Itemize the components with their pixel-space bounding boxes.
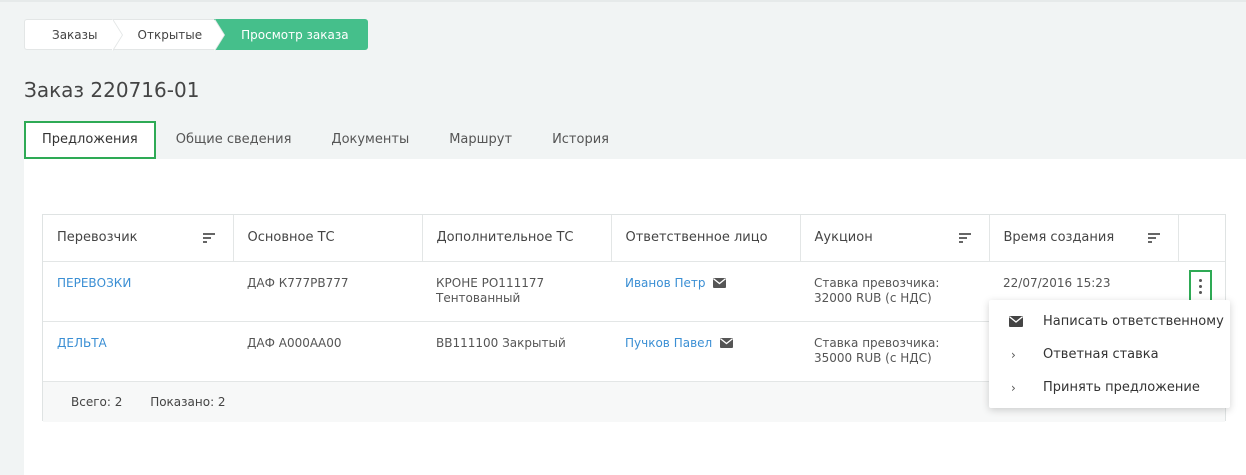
tab-documents[interactable]: Документы	[311, 121, 429, 159]
contact-link[interactable]: Пучков Павел	[625, 336, 712, 350]
column-header-carrier[interactable]: Перевозчик	[43, 215, 234, 262]
extra-vehicle-cell: КРОНЕ РО111177 Тентованный	[422, 261, 611, 322]
breadcrumb-order-view: Просмотр заказа	[214, 19, 368, 50]
column-header-main-vehicle: Основное ТС	[233, 215, 423, 262]
mail-icon[interactable]	[720, 337, 734, 348]
tab-history[interactable]: История	[532, 121, 629, 159]
auction-cell: Ставка превозчика: 35000 RUB (с НДС)	[800, 321, 989, 382]
contact-cell: Иванов Петр	[611, 261, 800, 322]
chevron-right-icon: ›	[1011, 348, 1016, 362]
column-header-contact: Ответственное лицо	[611, 215, 801, 262]
breadcrumb-orders[interactable]: Заказы	[24, 19, 122, 51]
table-header-row: Перевозчик Основное ТС Дополнительное ТС…	[43, 215, 1225, 262]
main-vehicle-cell: ДАФ А000АА00	[233, 321, 422, 382]
column-header-actions	[1178, 215, 1225, 262]
total-count: Всего: 2	[71, 394, 123, 409]
tab-bar: Предложения Общие сведения Документы Мар…	[24, 121, 629, 159]
tab-offers[interactable]: Предложения	[24, 121, 156, 159]
mail-icon	[1009, 316, 1023, 327]
auction-cell: Ставка превозчика: 32000 RUB (с НДС)	[800, 261, 989, 322]
carrier-link[interactable]: ПЕРЕВОЗКИ	[57, 276, 131, 290]
breadcrumb-open[interactable]: Открытые	[111, 19, 225, 51]
sort-icon[interactable]	[1147, 233, 1160, 243]
menu-item-write-contact[interactable]: Написать ответственному	[989, 308, 1230, 341]
row-actions-button[interactable]	[1189, 270, 1212, 302]
breadcrumb: Заказы Открытые Просмотр заказа	[24, 19, 368, 51]
carrier-link[interactable]: ДЕЛЬТА	[57, 336, 107, 350]
sort-icon[interactable]	[202, 233, 215, 243]
mail-icon[interactable]	[713, 277, 727, 288]
sort-icon[interactable]	[958, 233, 971, 243]
column-header-extra-vehicle: Дополнительное ТС	[422, 215, 612, 262]
extra-vehicle-cell: ВВ111100 Закрытый	[422, 321, 611, 382]
chevron-right-icon: ›	[1011, 381, 1016, 395]
top-border	[0, 0, 1246, 2]
menu-item-counter-bid[interactable]: › Ответная ставка	[989, 341, 1230, 374]
row-actions-menu: Написать ответственному › Ответная ставк…	[989, 300, 1230, 408]
menu-item-accept-offer[interactable]: › Принять предложение	[989, 374, 1230, 407]
column-header-created[interactable]: Время создания	[989, 215, 1179, 262]
main-vehicle-cell: ДАФ К777РВ777	[233, 261, 422, 322]
more-vertical-icon	[1199, 279, 1202, 282]
contact-cell: Пучков Павел	[611, 321, 800, 382]
column-header-auction[interactable]: Аукцион	[800, 215, 990, 262]
tab-general[interactable]: Общие сведения	[156, 121, 312, 159]
page-title: Заказ 220716-01	[24, 78, 200, 102]
shown-count: Показано: 2	[150, 394, 226, 409]
tab-route[interactable]: Маршрут	[429, 121, 532, 159]
contact-link[interactable]: Иванов Петр	[625, 276, 706, 290]
